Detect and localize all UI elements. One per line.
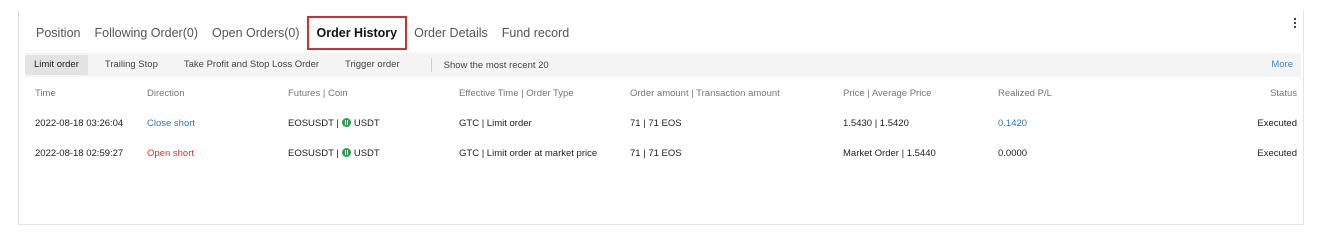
cell-price: 1.5430 | 1.5420 (843, 118, 909, 129)
cell-status: Executed (1257, 148, 1297, 159)
cell-futures-coin: EOSUSDT | USDT (288, 114, 380, 134)
order-type-filter-bar: Limit order Trailing Stop Take Profit an… (25, 53, 1301, 77)
tab-following-order[interactable]: Following Order(0) (87, 18, 205, 48)
tab-bar: Position Following Order(0) Open Orders(… (29, 16, 576, 50)
futures-symbol: EOSUSDT | (288, 148, 339, 159)
header-time: Time (35, 88, 56, 99)
header-status: Status (1270, 88, 1297, 99)
header-order-amount: Order amount | Transaction amount (630, 88, 780, 99)
subtab-limit-order[interactable]: Limit order (25, 55, 88, 75)
usdt-coin-icon (341, 148, 351, 157)
header-price: Price | Average Price (843, 88, 932, 99)
divider (430, 58, 432, 72)
cell-amount: 71 | 71 EOS (630, 118, 682, 129)
tab-order-history[interactable]: Order History (306, 16, 408, 50)
cell-realized-pl: 0.1420 (998, 118, 1028, 129)
header-effective-time: Effective Time | Order Type (459, 88, 574, 99)
usdt-coin-icon (341, 118, 351, 127)
cell-realized-pl: 0.0000 (998, 148, 1028, 159)
coin-symbol: USDT (353, 148, 380, 159)
table-header: Time Direction Futures | Coin Effective … (35, 84, 1297, 104)
cell-effective: GTC | Limit order (459, 118, 532, 129)
cell-time: 2022-08-18 02:59:27 (35, 148, 124, 159)
table-row: 2022-08-18 02:59:27 Open short EOSUSDT |… (35, 144, 1297, 164)
recent-count-label: Show the most recent 20 (443, 59, 549, 71)
tab-fund-record[interactable]: Fund record (495, 18, 576, 48)
cell-effective: GTC | Limit order at market price (459, 148, 598, 159)
coin-symbol: USDT (353, 118, 380, 129)
tab-open-orders[interactable]: Open Orders(0) (205, 18, 307, 48)
subtab-tp-sl-order[interactable]: Take Profit and Stop Loss Order (175, 55, 328, 75)
cell-futures-coin: EOSUSDT | USDT (288, 144, 380, 164)
cell-time: 2022-08-18 03:26:04 (35, 118, 124, 129)
subtab-trailing-stop[interactable]: Trailing Stop (96, 55, 167, 75)
cell-price: Market Order | 1.5440 (843, 148, 936, 159)
futures-symbol: EOSUSDT | (288, 118, 339, 129)
tab-order-details[interactable]: Order Details (407, 18, 495, 48)
subtab-trigger-order[interactable]: Trigger order (336, 55, 409, 75)
cell-status: Executed (1257, 118, 1297, 129)
header-direction: Direction (147, 88, 185, 99)
more-link[interactable]: More (1271, 53, 1293, 77)
order-panel: Position Following Order(0) Open Orders(… (18, 10, 1304, 225)
cell-direction: Close short (147, 118, 196, 129)
table-row: 2022-08-18 03:26:04 Close short EOSUSDT … (35, 114, 1297, 134)
cell-amount: 71 | 71 EOS (630, 148, 682, 159)
cell-direction: Open short (147, 148, 194, 159)
header-realized-pl: Realized P/L (998, 88, 1052, 99)
more-vertical-icon[interactable] (1294, 18, 1298, 28)
tab-position[interactable]: Position (29, 18, 87, 48)
header-futures-coin: Futures | Coin (288, 88, 348, 99)
